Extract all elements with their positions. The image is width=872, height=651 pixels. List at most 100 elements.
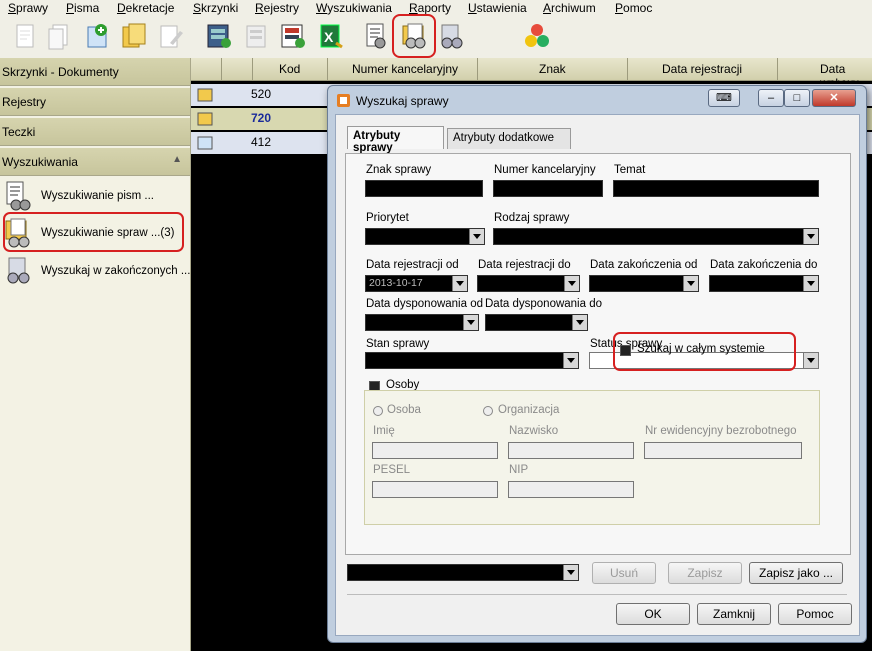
nr-ewidencyjny-field[interactable] [644,442,802,459]
menu-rejestry[interactable]: Rejestry [255,1,299,15]
calendar-icon[interactable] [803,276,818,291]
table-header: Kod Numer kancelaryjny Znak Data rejestr… [191,58,872,90]
column-numer[interactable]: Numer kancelaryjny [352,62,458,76]
label-pesel: PESEL [373,464,411,476]
minimize-icon[interactable]: – [758,89,784,107]
section-skrzynki[interactable]: Skrzynki - Dokumenty [0,58,190,86]
search-documents-icon[interactable] [362,21,392,51]
temat-field[interactable] [613,180,819,197]
registry-disabled-icon[interactable] [242,21,272,51]
imie-field[interactable] [372,442,498,459]
osoby-group: Osoba Organizacja Imię Nazwisko Nr ewide… [364,390,820,525]
groups-icon[interactable] [522,21,552,51]
sidebar-item-search-documents[interactable]: Wyszukiwanie pism ... [4,179,186,213]
search-closed-icon[interactable] [436,21,466,51]
menu-sprawy[interactable]: Sprawy [8,1,48,15]
calendar-icon[interactable] [572,315,587,330]
menu-pomoc[interactable]: Pomoc [615,1,652,15]
calendar-icon[interactable] [463,315,478,330]
data-rejestracji-od-field[interactable]: 2013-10-17 [365,275,468,292]
column-data-rejestracji[interactable]: Data rejestracji [662,62,742,76]
folders-icon[interactable] [119,21,149,51]
menu-raporty[interactable]: Raporty [409,1,451,15]
calendar-icon[interactable] [564,276,579,291]
calendar-icon[interactable] [683,276,698,291]
case-icon [197,136,213,150]
case-icon [197,112,213,126]
search-closed-icon [7,257,30,284]
sidebar-item-label: Wyszukiwanie pism ... [41,190,155,202]
nazwisko-field[interactable] [508,442,634,459]
stan-sprawy-select[interactable] [365,352,579,369]
zapisz-button[interactable]: Zapisz [668,562,742,584]
data-dysponowania-do-field[interactable] [485,314,588,331]
chevron-down-icon[interactable] [803,353,818,368]
sidebar-item-search-closed[interactable]: Wyszukaj w zakończonych ... [4,254,190,288]
dialog-body: Atrybuty sprawy Atrybuty dodatkowe Znak … [335,114,860,636]
sidebar-item-label: Wyszukaj w zakończonych ... [41,265,191,277]
close-icon[interactable]: ✕ [812,89,856,107]
keyboard-icon[interactable]: ⌨ [708,89,740,107]
chevron-down-icon[interactable] [803,229,818,244]
section-rejestry[interactable]: Rejestry [0,88,190,116]
label-nip: NIP [509,464,529,476]
menu-archiwum[interactable]: Archiwum [543,1,596,15]
section-label: Skrzynki - Dokumenty [2,65,119,79]
chevron-down-icon[interactable] [469,229,484,244]
section-wyszukiwania[interactable]: Wyszukiwania ▲ [0,148,190,176]
column-kod[interactable]: Kod [279,62,300,76]
label-data-zak-do: Data zakończenia do [710,259,818,271]
add-case-icon[interactable] [82,21,112,51]
registry-icon[interactable] [204,21,234,51]
data-zakonczenia-od-field[interactable] [589,275,699,292]
osoba-radio[interactable] [373,406,383,416]
menu-dekretacje[interactable]: Dekretacje [117,1,174,15]
znak-sprawy-field[interactable] [365,180,483,197]
menu-wyszukiwania[interactable]: Wyszukiwania [316,1,392,15]
chevron-down-icon[interactable] [563,353,578,368]
pomoc-button[interactable]: Pomoc [778,603,852,625]
row-code: 412 [251,135,272,149]
svg-text:X: X [324,29,334,45]
registry-color-icon[interactable] [278,21,308,51]
toolbar-highlight [392,14,436,58]
menu-pisma[interactable]: Pisma [66,1,99,15]
maximize-icon[interactable]: □ [784,89,810,107]
nip-field[interactable] [508,481,634,498]
toolbar: X [0,18,872,59]
search-cases-dialog: Wyszukaj sprawy ⌨ – □ ✕ Atrybuty sprawy … [327,85,867,643]
label-nazwisko: Nazwisko [509,425,559,437]
pesel-field[interactable] [372,481,498,498]
rodzaj-sprawy-select[interactable] [493,228,819,245]
dialog-titlebar[interactable]: Wyszukaj sprawy ⌨ – □ ✕ [328,86,866,114]
data-rejestracji-do-field[interactable] [477,275,580,292]
priorytet-select[interactable] [365,228,485,245]
dialog-title: Wyszukaj sprawy [356,94,449,108]
zamknij-button[interactable]: Zamknij [697,603,771,625]
edit-icon[interactable] [156,21,186,51]
data-dysponowania-od-field[interactable] [365,314,479,331]
row-code: 520 [251,87,272,101]
label-data-rej-od: Data rejestracji od [366,259,459,271]
data-rejestracji-od-value: 2013-10-17 [369,277,423,289]
tab-atrybuty-sprawy[interactable]: Atrybuty sprawy [347,126,444,154]
chevron-down-icon[interactable] [563,565,578,580]
zapisz-jako-button[interactable]: Zapisz jako ... [749,562,843,584]
saved-search-select[interactable] [347,564,579,581]
calendar-icon[interactable] [452,276,467,291]
usun-button[interactable]: Usuń [592,562,656,584]
tab-atrybuty-dodatkowe[interactable]: Atrybuty dodatkowe [447,128,571,149]
excel-export-icon[interactable]: X [316,21,346,51]
row-code: 720 [251,111,272,125]
chevron-up-icon[interactable]: ▲ [172,154,182,165]
section-teczki[interactable]: Teczki [0,118,190,146]
column-znak[interactable]: Znak [539,62,566,76]
copy-document-icon[interactable] [44,21,74,51]
menu-skrzynki[interactable]: Skrzynki [193,1,238,15]
organizacja-radio[interactable] [483,406,493,416]
data-zakonczenia-do-field[interactable] [709,275,819,292]
new-document-icon[interactable] [10,21,40,51]
numer-kancelaryjny-field[interactable] [493,180,603,197]
menu-ustawienia[interactable]: Ustawienia [468,1,527,15]
ok-button[interactable]: OK [616,603,690,625]
